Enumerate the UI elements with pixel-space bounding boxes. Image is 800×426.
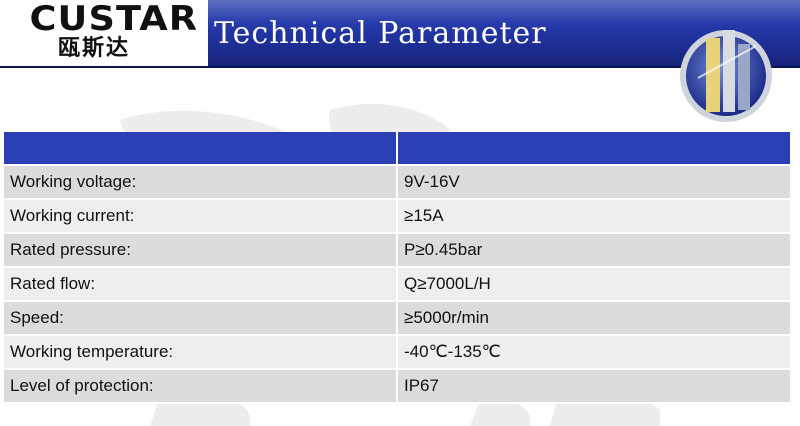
parameter-label: Working temperature: — [4, 335, 398, 370]
logo-chinese-text: 瓯斯达 — [58, 36, 131, 61]
parameter-value: 9V-16V — [397, 165, 792, 200]
parameter-label: Level of protection: — [4, 369, 398, 404]
parameter-value: IP67 — [397, 369, 792, 404]
parameter-value: ≥5000r/min — [397, 301, 792, 336]
table-row: Rated pressure: P≥0.45bar — [4, 233, 792, 268]
table-row: Working current: ≥15A — [4, 199, 792, 234]
table-row: Rated flow: Q≥7000L/H — [4, 267, 792, 302]
parameter-label: Rated pressure: — [4, 233, 398, 268]
table-row: Working temperature: -40℃-135℃ — [4, 335, 792, 370]
table-row: Speed: ≥5000r/min — [4, 301, 792, 336]
table-header-row — [4, 132, 792, 166]
table-header-cell — [397, 132, 792, 166]
building-emblem-icon — [680, 30, 772, 122]
page-title: Technical Parameter — [214, 16, 547, 51]
parameter-label: Rated flow: — [4, 267, 398, 302]
table-row: Level of protection: IP67 — [4, 369, 792, 404]
table-row: Working voltage: 9V-16V — [4, 165, 792, 200]
parameter-value: P≥0.45bar — [397, 233, 792, 268]
parameter-value: -40℃-135℃ — [397, 335, 792, 370]
logo-latin-text: CUSTAR — [29, 0, 199, 39]
technical-parameter-table: Working voltage: 9V-16V Working current:… — [4, 132, 792, 404]
parameter-label: Working current: — [4, 199, 398, 234]
parameter-label: Working voltage: — [4, 165, 398, 200]
table-header-cell — [4, 132, 398, 166]
parameter-value: ≥15A — [397, 199, 792, 234]
parameter-label: Speed: — [4, 301, 398, 336]
parameter-value: Q≥7000L/H — [397, 267, 792, 302]
company-logo: CUSTAR 瓯斯达 — [0, 0, 208, 66]
